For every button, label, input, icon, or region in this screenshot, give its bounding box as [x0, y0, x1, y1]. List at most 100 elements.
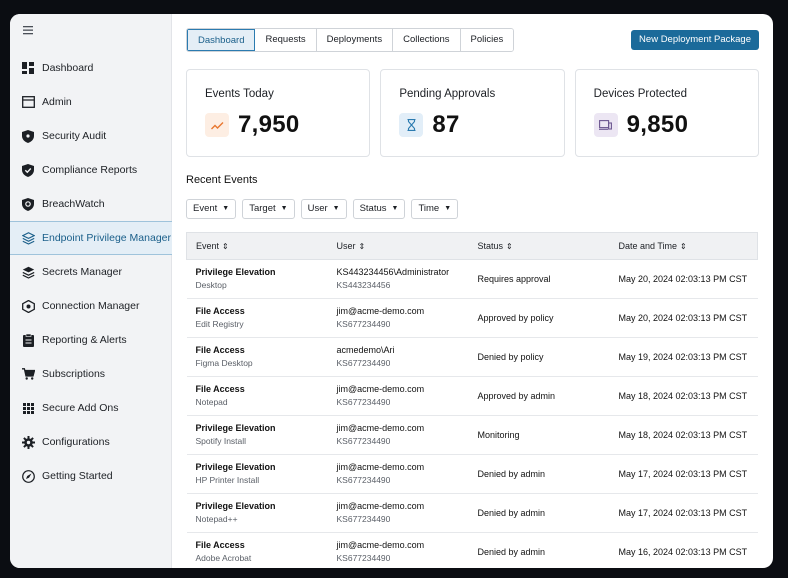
sidebar-item-dashboard[interactable]: Dashboard — [10, 51, 172, 85]
sidebar-item-breachwatch[interactable]: BreachWatch — [10, 187, 172, 221]
sidebar-item-reporting-alerts[interactable]: Reporting & Alerts — [10, 323, 172, 357]
sidebar-item-label: BreachWatch — [42, 198, 105, 210]
sidebar-item-subscriptions[interactable]: Subscriptions — [10, 357, 172, 391]
new-deployment-package-button[interactable]: New Deployment Package — [631, 30, 759, 50]
tab-dashboard[interactable]: Dashboard — [187, 29, 256, 51]
grid-icon — [21, 401, 35, 415]
event-target: Spotify Install — [195, 436, 247, 446]
trend-icon — [205, 113, 229, 137]
sidebar-item-label: Admin — [42, 96, 72, 108]
card-title: Pending Approvals — [399, 88, 496, 100]
sidebar-item-label: Compliance Reports — [42, 164, 138, 176]
event-target: Notepad — [195, 397, 228, 407]
sort-icon: ⇕ — [680, 242, 687, 251]
filter-time[interactable]: Time ▼ — [411, 199, 459, 219]
sidebar-item-label: Secure Add Ons — [42, 402, 119, 414]
tab-policies[interactable]: Policies — [460, 29, 514, 51]
column-header-event[interactable]: Event ⇕ — [187, 233, 328, 260]
device-icon — [593, 113, 618, 137]
time-cell: May 16, 2024 02:03:13 PM CST — [609, 532, 758, 568]
table-row[interactable]: File Access Edit Registry jim@acme-demo.co… — [186, 298, 758, 338]
table-row[interactable]: File Access Notepad jim@acme-demo.com KS677… — [186, 376, 758, 416]
user-name: jim@acme-demo.com — [336, 462, 425, 472]
device-id: KS677234490 — [336, 319, 391, 329]
event-cell: Privilege Elevation Spotify Install — [186, 415, 328, 455]
device-id: KS677234490 — [336, 397, 391, 407]
filter-bar: Event ▼ Target ▼ User ▼ Status ▼ Time ▼ — [186, 199, 759, 219]
sidebar-item-admin[interactable]: Admin — [10, 85, 172, 119]
tab-deployments[interactable]: Deployments — [316, 29, 394, 51]
admin-icon — [21, 95, 35, 109]
filter-label: Time — [418, 203, 440, 214]
secrets-icon — [21, 265, 35, 279]
report-icon — [21, 333, 35, 347]
top-bar: Dashboard Requests Deployments Collectio… — [186, 28, 759, 52]
layers-icon — [21, 231, 35, 245]
sort-icon: ⇕ — [506, 242, 513, 251]
event-name: File Access — [195, 384, 245, 394]
tab-requests[interactable]: Requests — [255, 29, 317, 51]
status-cell: Denied by policy — [468, 337, 610, 377]
user-name: jim@acme-demo.com — [336, 384, 425, 394]
sidebar-item-configurations[interactable]: Configurations — [10, 425, 172, 459]
table-row[interactable]: Privilege Elevation Notepad++ jim@acme-dem… — [186, 493, 758, 533]
tab-collections[interactable]: Collections — [393, 29, 461, 51]
sidebar-item-label: Secrets Manager — [42, 266, 122, 278]
status-cell: Requires approval — [468, 259, 610, 299]
card-value: 7,950 — [238, 111, 300, 138]
status-text: Approved by policy — [477, 312, 554, 323]
filter-label: User — [307, 203, 328, 214]
device-id: KS443234456 — [336, 280, 391, 290]
status-text: Monitoring — [477, 429, 520, 440]
timestamp: May 20, 2024 02:03:13 PM CST — [618, 312, 748, 323]
user-cell: jim@acme-demo.com KS677234490 — [327, 493, 469, 533]
table-row[interactable]: Privilege Elevation HP Printer Install jim… — [186, 454, 758, 494]
dashboard-icon — [21, 61, 35, 75]
device-id: KS677234490 — [336, 514, 391, 524]
sidebar-item-security-audit[interactable]: Security Audit — [10, 119, 172, 153]
table-row[interactable]: File Access Adobe Acrobat jim@acme-demo.co… — [186, 532, 758, 568]
sidebar-item-getting-started[interactable]: Getting Started — [10, 459, 172, 493]
app-window: Dashboard Admin Security Audit Complianc… — [10, 14, 773, 568]
status-text: Denied by admin — [477, 507, 546, 518]
device-id: KS677234490 — [336, 553, 391, 563]
filter-label: Status — [359, 203, 387, 214]
main-content: Dashboard Requests Deployments Collectio… — [172, 14, 773, 568]
sidebar-item-connection-manager[interactable]: Connection Manager — [10, 289, 172, 323]
sort-icon: ⇕ — [358, 242, 366, 251]
hamburger-icon[interactable] — [22, 24, 36, 38]
sidebar-item-compliance-reports[interactable]: Compliance Reports — [10, 153, 172, 187]
filter-target[interactable]: Target ▼ — [242, 199, 295, 219]
status-cell: Denied by admin — [468, 454, 610, 494]
column-header-status[interactable]: Status ⇕ — [469, 233, 610, 260]
sidebar-item-endpoint-privilege-manager[interactable]: Endpoint Privilege Manager — [10, 221, 172, 255]
sidebar-nav: Dashboard Admin Security Audit Complianc… — [10, 51, 172, 493]
sort-icon: ⇕ — [222, 242, 229, 251]
time-cell: May 17, 2024 02:03:13 PM CST — [609, 493, 758, 533]
column-header-user[interactable]: User ⇕ — [328, 233, 469, 260]
user-name: acmedemo\Ari — [336, 345, 395, 355]
status-cell: Approved by policy — [468, 298, 610, 338]
sidebar-item-secure-add-ons[interactable]: Secure Add Ons — [10, 391, 172, 425]
timestamp: May 16, 2024 02:03:13 PM CST — [618, 546, 748, 557]
device-id: KS677234490 — [336, 475, 391, 485]
status-cell: Denied by admin — [468, 532, 610, 568]
timestamp: May 18, 2024 02:03:13 PM CST — [618, 390, 748, 401]
shield-icon — [21, 129, 35, 143]
table-row[interactable]: Privilege Elevation Desktop KS443234456\Ad… — [186, 259, 758, 299]
card-title: Events Today — [205, 88, 274, 100]
timestamp: May 17, 2024 02:03:13 PM CST — [618, 507, 748, 518]
events-today-card: Events Today 7,950 — [186, 69, 371, 157]
table-row[interactable]: File Access Figma Desktop acmedemo\Ari KS67… — [186, 337, 758, 377]
user-cell: acmedemo\Ari KS677234490 — [327, 337, 469, 377]
filter-event[interactable]: Event ▼ — [186, 199, 237, 219]
filter-user[interactable]: User ▼ — [300, 199, 347, 219]
filter-status[interactable]: Status ▼ — [352, 199, 406, 219]
sidebar-item-label: Configurations — [42, 436, 110, 448]
table-row[interactable]: Privilege Elevation Spotify Install jim@ac… — [186, 415, 758, 455]
caret-down-icon: ▼ — [391, 205, 399, 212]
column-header-date-time[interactable]: Date and Time ⇕ — [610, 233, 758, 260]
sidebar-item-secrets-manager[interactable]: Secrets Manager — [10, 255, 172, 289]
user-name: jim@acme-demo.com — [336, 540, 425, 550]
event-name: Privilege Elevation — [195, 423, 276, 433]
